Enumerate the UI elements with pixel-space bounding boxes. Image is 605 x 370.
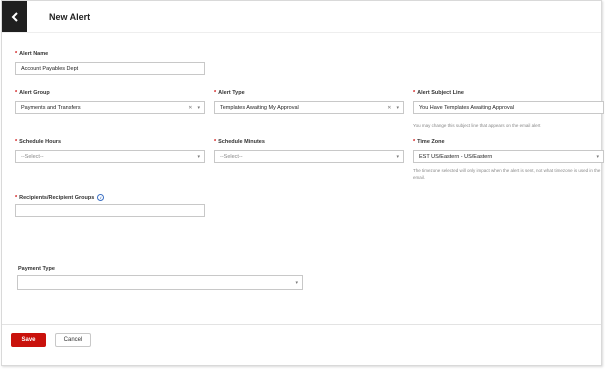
alert-group-label: * Alert Group xyxy=(15,90,50,96)
recipients-input[interactable] xyxy=(15,204,205,217)
chevron-down-icon: ▾ xyxy=(197,104,200,111)
footer-divider xyxy=(2,324,601,325)
chevron-down-icon: ▾ xyxy=(197,153,200,160)
cancel-button[interactable]: Cancel xyxy=(55,333,91,347)
recipients-label: * Recipients/Recipient Groups i xyxy=(15,194,105,201)
alert-form-card: New Alert * Alert Name Account Payables D… xyxy=(1,0,604,366)
alert-subject-label: * Alert Subject Line xyxy=(413,90,464,96)
info-icon[interactable]: i xyxy=(97,194,105,201)
payment-type-select[interactable]: ▾ xyxy=(17,275,303,290)
time-zone-select[interactable]: EST US/Eastern - US/Eastern ▾ xyxy=(413,150,604,163)
page-title: New Alert xyxy=(49,12,91,22)
schedule-hours-select[interactable]: --Select-- ▾ xyxy=(15,150,205,163)
chevron-down-icon: ▾ xyxy=(295,279,298,286)
alert-type-label: * Alert Type xyxy=(214,90,245,96)
schedule-minutes-label: * Schedule Minutes xyxy=(214,139,265,145)
chevron-down-icon: ▾ xyxy=(596,153,599,160)
clear-icon[interactable]: ✕ xyxy=(387,105,391,111)
alert-name-input[interactable]: Account Payables Dept xyxy=(15,62,205,75)
chevron-left-icon xyxy=(11,11,18,22)
time-zone-label: * Time Zone xyxy=(413,139,445,145)
schedule-minutes-select[interactable]: --Select-- ▾ xyxy=(214,150,404,163)
alert-type-select[interactable]: Templates Awaiting My Approval ✕ ▾ xyxy=(214,101,404,114)
save-button[interactable]: Save xyxy=(11,333,46,347)
back-button[interactable] xyxy=(2,1,27,32)
chevron-down-icon: ▾ xyxy=(396,104,399,111)
time-zone-help-text: The timezone selected will only impact w… xyxy=(413,168,601,180)
alert-subject-input[interactable]: You Have Templates Awaiting Approval xyxy=(413,101,604,114)
header-divider xyxy=(2,32,601,33)
alert-name-label: * Alert Name xyxy=(15,51,49,57)
clear-icon[interactable]: ✕ xyxy=(188,105,192,111)
alert-group-select[interactable]: Payments and Transfers ✕ ▾ xyxy=(15,101,205,114)
subject-help-text: You may change this subject line that ap… xyxy=(413,123,541,128)
chevron-down-icon: ▾ xyxy=(396,153,399,160)
payment-type-label: Payment Type xyxy=(18,266,55,272)
required-marker: * xyxy=(15,51,18,57)
schedule-hours-label: * Schedule Hours xyxy=(15,139,62,145)
